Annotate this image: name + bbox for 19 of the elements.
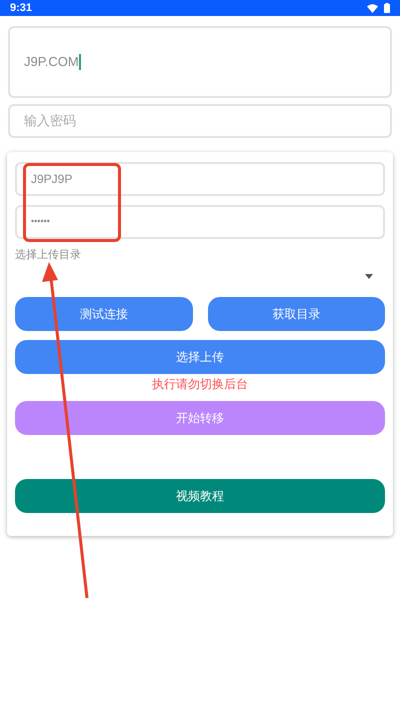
action-button[interactable]: 获取目录 — [208, 297, 385, 331]
host-value: J9P.COM — [24, 53, 79, 72]
wifi-icon — [367, 4, 378, 12]
warning-text: 执行请勿切换后台 — [152, 376, 248, 392]
password-field[interactable]: 输入密码 — [8, 104, 392, 138]
status-time: 9:31 — [10, 2, 32, 14]
password-input[interactable]: 输入密码 — [24, 111, 376, 131]
user-field[interactable]: J9PJ9P — [15, 162, 385, 196]
secret-field[interactable]: •••••• — [15, 205, 385, 239]
host-field[interactable]: J9P.COM — [8, 26, 392, 98]
masked-value: •••••• — [31, 215, 50, 228]
video-button[interactable]: 视频教程 — [15, 479, 385, 513]
user-value: J9PJ9P — [31, 171, 72, 188]
action-button[interactable]: 测试连接 — [15, 297, 192, 331]
transfer-button[interactable]: 开始转移 — [15, 401, 385, 435]
directory-label: 选择上传目录 — [15, 248, 81, 263]
dropdown-caret-icon[interactable] — [365, 274, 373, 278]
upload-button[interactable]: 选择上传 — [15, 340, 385, 374]
battery-icon — [384, 3, 390, 13]
